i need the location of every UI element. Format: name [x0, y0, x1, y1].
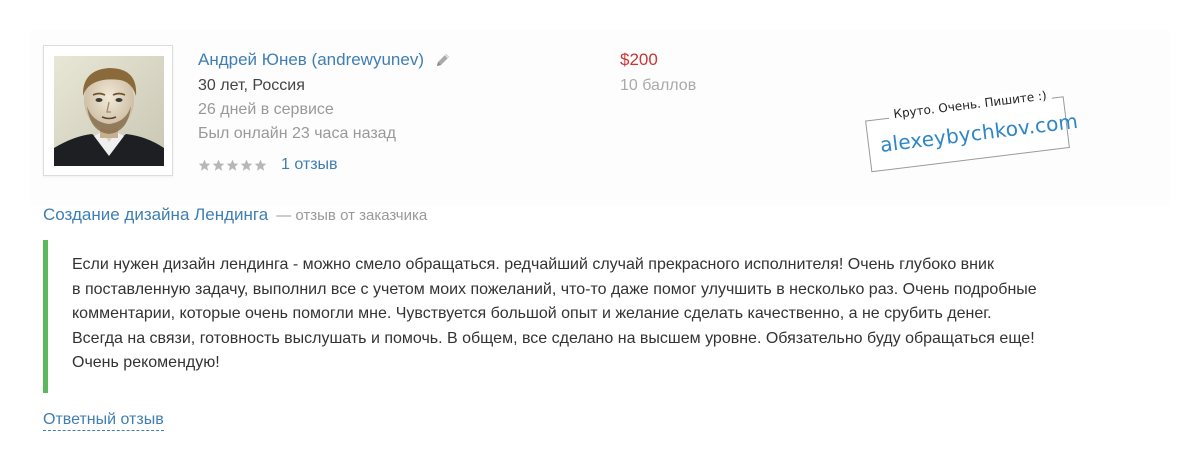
profile-name-row: Андрей Юнев (andrewyunev): [198, 49, 452, 71]
review-line: в поставленную задачу, выполнил все с уч…: [72, 280, 1037, 298]
avatar[interactable]: [43, 45, 173, 176]
avatar-photo: [54, 56, 164, 166]
project-title-link[interactable]: Создание дизайна Лендинга: [43, 205, 268, 225]
review-line: Очень рекомендую!: [72, 354, 220, 371]
star-icon: [254, 159, 267, 171]
star-icon: [212, 159, 225, 171]
star-icon: [240, 159, 253, 171]
reviews-count-link[interactable]: 1 отзыв: [281, 156, 338, 174]
review-source-note: — отзыв от заказчика: [276, 207, 428, 224]
review-line: комментарии, которые очень помогли мне. …: [72, 305, 992, 322]
rating-row: 1 отзыв: [198, 156, 338, 174]
star-icon: [198, 159, 211, 171]
days-in-service: 26 дней в сервисе: [198, 101, 334, 118]
star-icon: [226, 159, 239, 171]
rating-stars: [198, 159, 267, 172]
points: 10 баллов: [620, 77, 697, 94]
review-line: Если нужен дизайн лендинга - можно смело…: [72, 256, 994, 273]
last-online-status: Был онлайн 23 часа назад: [198, 125, 396, 142]
reply-review-link[interactable]: Ответный отзыв: [43, 410, 164, 431]
profile-name-link[interactable]: Андрей Юнев (andrewyunev): [198, 50, 424, 70]
review-accent-bar: [43, 240, 48, 393]
review-text: Если нужен дизайн лендинга - можно смело…: [72, 253, 1072, 376]
project-row: Создание дизайна Лендинга — отзыв от зак…: [43, 205, 427, 225]
review-line: Всегда на связи, готовность выслушать и …: [72, 329, 1035, 347]
price: $200: [620, 50, 658, 69]
age-country: 30 лет, Россия: [198, 77, 305, 94]
pencil-icon[interactable]: [434, 51, 452, 69]
